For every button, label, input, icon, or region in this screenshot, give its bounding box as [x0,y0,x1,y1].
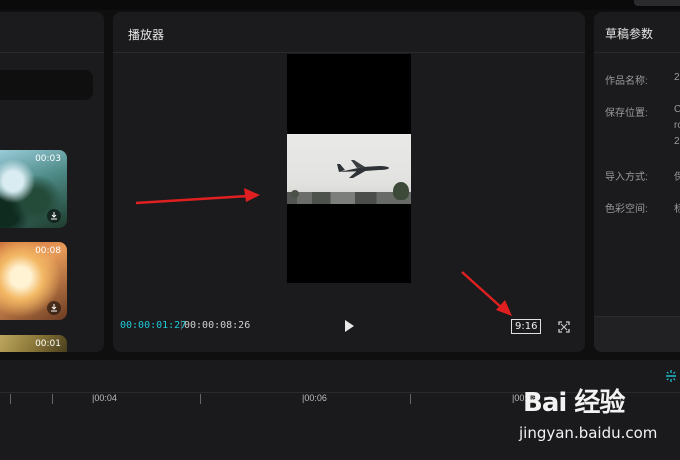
param-label: 作品名称: [605,76,648,87]
ruler-tick [10,394,11,404]
tree [393,182,409,200]
param-label: 保存位置: [605,108,648,119]
video-preview[interactable] [287,54,411,283]
watermark: Bai 经验 jingyan.baidu.com [513,382,678,460]
player-panel: 播放器 00:00:01:27 | 00:00:08:26 9:16 [113,12,585,352]
params-title: 草稿参数 [605,27,654,41]
download-icon[interactable] [47,209,61,223]
tree [291,190,299,198]
aspect-ratio-button[interactable]: 9:16 [511,319,542,334]
param-value: C [674,104,680,115]
media-thumbnail[interactable]: 00:03 [0,150,67,228]
param-label: 色彩空间: [605,204,648,215]
player-title: 播放器 [128,28,165,42]
baidu-jingyan-logo: Bai 经验 [523,388,625,418]
media-thumbnail[interactable]: 00:08 [0,242,67,320]
video-frame [287,134,411,204]
play-icon[interactable] [342,319,356,333]
media-duration: 00:01 [35,339,61,349]
media-panel-header [0,12,104,53]
top-right-button[interactable] [634,0,680,6]
ruler-label: |00:04 [92,393,117,403]
ruler-tick [200,394,201,404]
time-separator: | [180,320,183,331]
param-value-line: ro [674,120,680,131]
params-footer [594,316,680,352]
param-label: 导入方式: [605,172,648,183]
draft-params-panel: 草稿参数 作品名称: 2 保存位置: C ro 2 导入方式: 保 色彩空间: … [594,12,680,352]
media-panel: 00:03 00:08 00:01 [0,12,104,352]
watermark-url: jingyan.baidu.com [519,424,658,442]
media-search-input[interactable] [0,70,93,100]
airplane-image [337,160,389,178]
ruler-label: |00:06 [302,393,327,403]
param-value-line: 2 [674,136,680,147]
total-time: 00:00:08:26 [184,320,251,331]
param-value: 保 [674,172,680,183]
media-duration: 00:03 [35,154,61,164]
param-value: 2 [674,72,680,83]
player-header: 播放器 [113,12,585,53]
current-time: 00:00:01:27 [120,320,187,331]
media-duration: 00:08 [35,246,61,256]
params-header: 草稿参数 [594,12,680,53]
fullscreen-icon[interactable] [558,320,570,333]
ruler-tick [52,394,53,404]
snap-icon[interactable] [664,369,678,383]
top-bar [0,0,680,10]
download-icon[interactable] [47,301,61,315]
param-value: 标 [674,204,680,215]
media-thumbnail[interactable]: 00:01 [0,335,67,352]
ruler-tick [410,394,411,404]
